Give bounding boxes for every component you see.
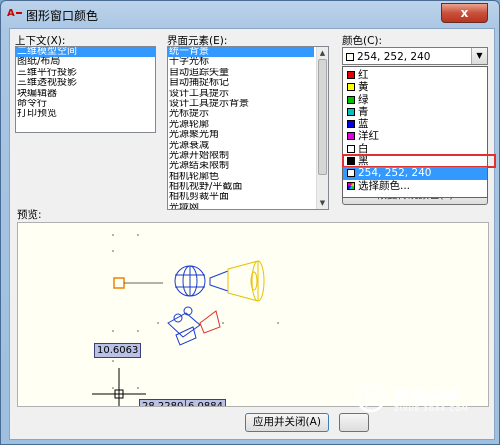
interface-element-item[interactable]: 相机剪裁平面 xyxy=(168,192,314,202)
color-option-label: 洋红 xyxy=(358,130,379,143)
color-option-label: 黑 xyxy=(358,155,369,168)
color-option-label: 蓝 xyxy=(358,118,369,131)
dialog-window: A 图形窗口颜色 x 上下文(X): 二维模型空间 图纸/布局 三维平行投影 三维透视… xyxy=(0,0,500,445)
color-option[interactable]: 红 xyxy=(343,69,487,81)
preview-label: 预览: xyxy=(17,209,42,221)
tooltip-readout-y: 6.0884 xyxy=(185,399,226,406)
color-option-label: 红 xyxy=(358,69,369,81)
color-swatch-icon xyxy=(347,157,355,166)
dropdown-arrow-icon[interactable]: ▼ xyxy=(471,48,487,64)
color-swatch-icon xyxy=(347,120,355,129)
color-option[interactable]: 白 xyxy=(343,143,487,155)
interface-elements-listbox[interactable]: 统一背景 十字光标 自动追踪矢量 自动捕捉标记 设计工具提示 设计工具提示背景 光标提示 光源… xyxy=(167,46,329,210)
scroll-up-arrow-icon[interactable]: ▲ xyxy=(318,48,327,58)
context-item[interactable]: 命令行 xyxy=(16,99,155,109)
color-option[interactable]: 选择颜色... xyxy=(343,180,487,192)
tooltip-readout-distance: 10.6063 xyxy=(94,343,142,358)
context-listbox[interactable]: 二维模型空间 图纸/布局 三维平行投影 三维透视投影 块编辑器 命令行 打印预览 xyxy=(15,46,156,133)
interface-element-item[interactable]: 自动捕捉标记 xyxy=(168,78,314,88)
scroll-down-arrow-icon[interactable]: ▼ xyxy=(318,198,327,208)
color-swatch-icon xyxy=(347,107,355,116)
color-option[interactable]: 绿 xyxy=(343,94,487,106)
crosshair-cursor-icon xyxy=(92,368,146,406)
interface-element-item[interactable]: 十字光标 xyxy=(168,57,314,67)
interface-element-item[interactable]: 光源开始限制 xyxy=(168,151,314,161)
interface-element-item[interactable]: 光标提示 xyxy=(168,109,314,119)
autocad-app-icon: A xyxy=(7,7,23,21)
current-color-swatch xyxy=(346,53,354,61)
color-option-label: 白 xyxy=(358,142,369,155)
color-option[interactable]: 黑 xyxy=(342,154,496,169)
color-swatch-icon xyxy=(347,83,355,92)
interface-element-item[interactable]: 光域网 xyxy=(168,203,314,209)
context-item[interactable]: 三维平行投影 xyxy=(16,68,155,78)
color-combobox[interactable]: 254, 252, 240 ▼ xyxy=(342,47,488,65)
window-title: 图形窗口颜色 xyxy=(26,9,99,23)
interface-element-item[interactable]: 统一背景 xyxy=(168,47,314,58)
play-logo-icon xyxy=(356,383,386,413)
interface-element-item[interactable]: 光源轮廓 xyxy=(168,120,314,130)
camera-icon xyxy=(167,306,221,346)
context-item[interactable]: 三维透视投影 xyxy=(16,78,155,88)
spotlight-icon xyxy=(209,260,265,302)
interface-element-item[interactable]: 自动追踪矢量 xyxy=(168,68,314,78)
color-option-label: 选择颜色... xyxy=(358,179,411,192)
interface-element-item[interactable]: 相机视野/平截面 xyxy=(168,182,314,192)
color-option[interactable]: 蓝 xyxy=(343,118,487,130)
color-option[interactable]: 青 xyxy=(343,106,487,118)
interface-element-item[interactable]: 光源聚光角 xyxy=(168,130,314,140)
color-swatch-icon xyxy=(347,144,355,153)
interface-element-item[interactable]: 光源衰减 xyxy=(168,141,314,151)
watermark-url: ZIXUE.3D66.COM xyxy=(394,405,469,413)
color-option[interactable]: 洋红 xyxy=(343,130,487,142)
color-option[interactable]: 254, 252, 240 xyxy=(343,167,487,180)
context-item[interactable]: 块编辑器 xyxy=(16,89,155,99)
color-swatch-icon xyxy=(347,169,355,178)
interface-element-item[interactable]: 设计工具提示 xyxy=(168,89,314,99)
color-dropdown-list[interactable]: 红黄绿青蓝洋红白黑 254, 252, 240 选择颜色... xyxy=(342,66,496,198)
color-option[interactable]: 黄 xyxy=(343,81,487,93)
color-swatch-icon xyxy=(347,181,355,190)
color-swatch-icon xyxy=(347,71,355,79)
context-item[interactable]: 图纸/布局 xyxy=(16,57,155,67)
interface-element-item[interactable]: 相机轮廓色 xyxy=(168,172,314,182)
scroll-thumb[interactable] xyxy=(318,59,327,175)
light-globe-icon xyxy=(174,265,206,297)
color-swatch-icon xyxy=(347,95,355,104)
color-combobox-value: 254, 252, 240 xyxy=(357,51,431,63)
interface-element-item[interactable]: 设计工具提示背景 xyxy=(168,99,314,109)
interface-list-scrollbar[interactable]: ▲ ▼ xyxy=(316,47,328,209)
color-option-label: 青 xyxy=(358,105,369,118)
color-swatch-icon xyxy=(347,132,355,141)
watermark: 溜溜自学 ZIXUE.3D66.COM xyxy=(356,379,496,419)
title-bar[interactable]: A 图形窗口颜色 x xyxy=(1,1,499,27)
close-button[interactable]: x xyxy=(441,3,488,23)
color-option-label: 254, 252, 240 xyxy=(358,167,432,180)
context-item[interactable]: 打印预览 xyxy=(16,109,155,119)
autosnap-marker-icon xyxy=(113,277,163,289)
apply-and-close-button[interactable]: 应用并关闭(A) xyxy=(245,413,329,432)
context-item[interactable]: 二维模型空间 xyxy=(16,47,155,58)
interface-element-item[interactable]: 光源结束限制 xyxy=(168,161,314,171)
color-label: 颜色(C): xyxy=(342,35,383,47)
color-option-label: 黄 xyxy=(358,81,369,94)
color-option-label: 绿 xyxy=(358,93,369,106)
tooltip-readout-x: 28.2280 xyxy=(139,399,187,406)
